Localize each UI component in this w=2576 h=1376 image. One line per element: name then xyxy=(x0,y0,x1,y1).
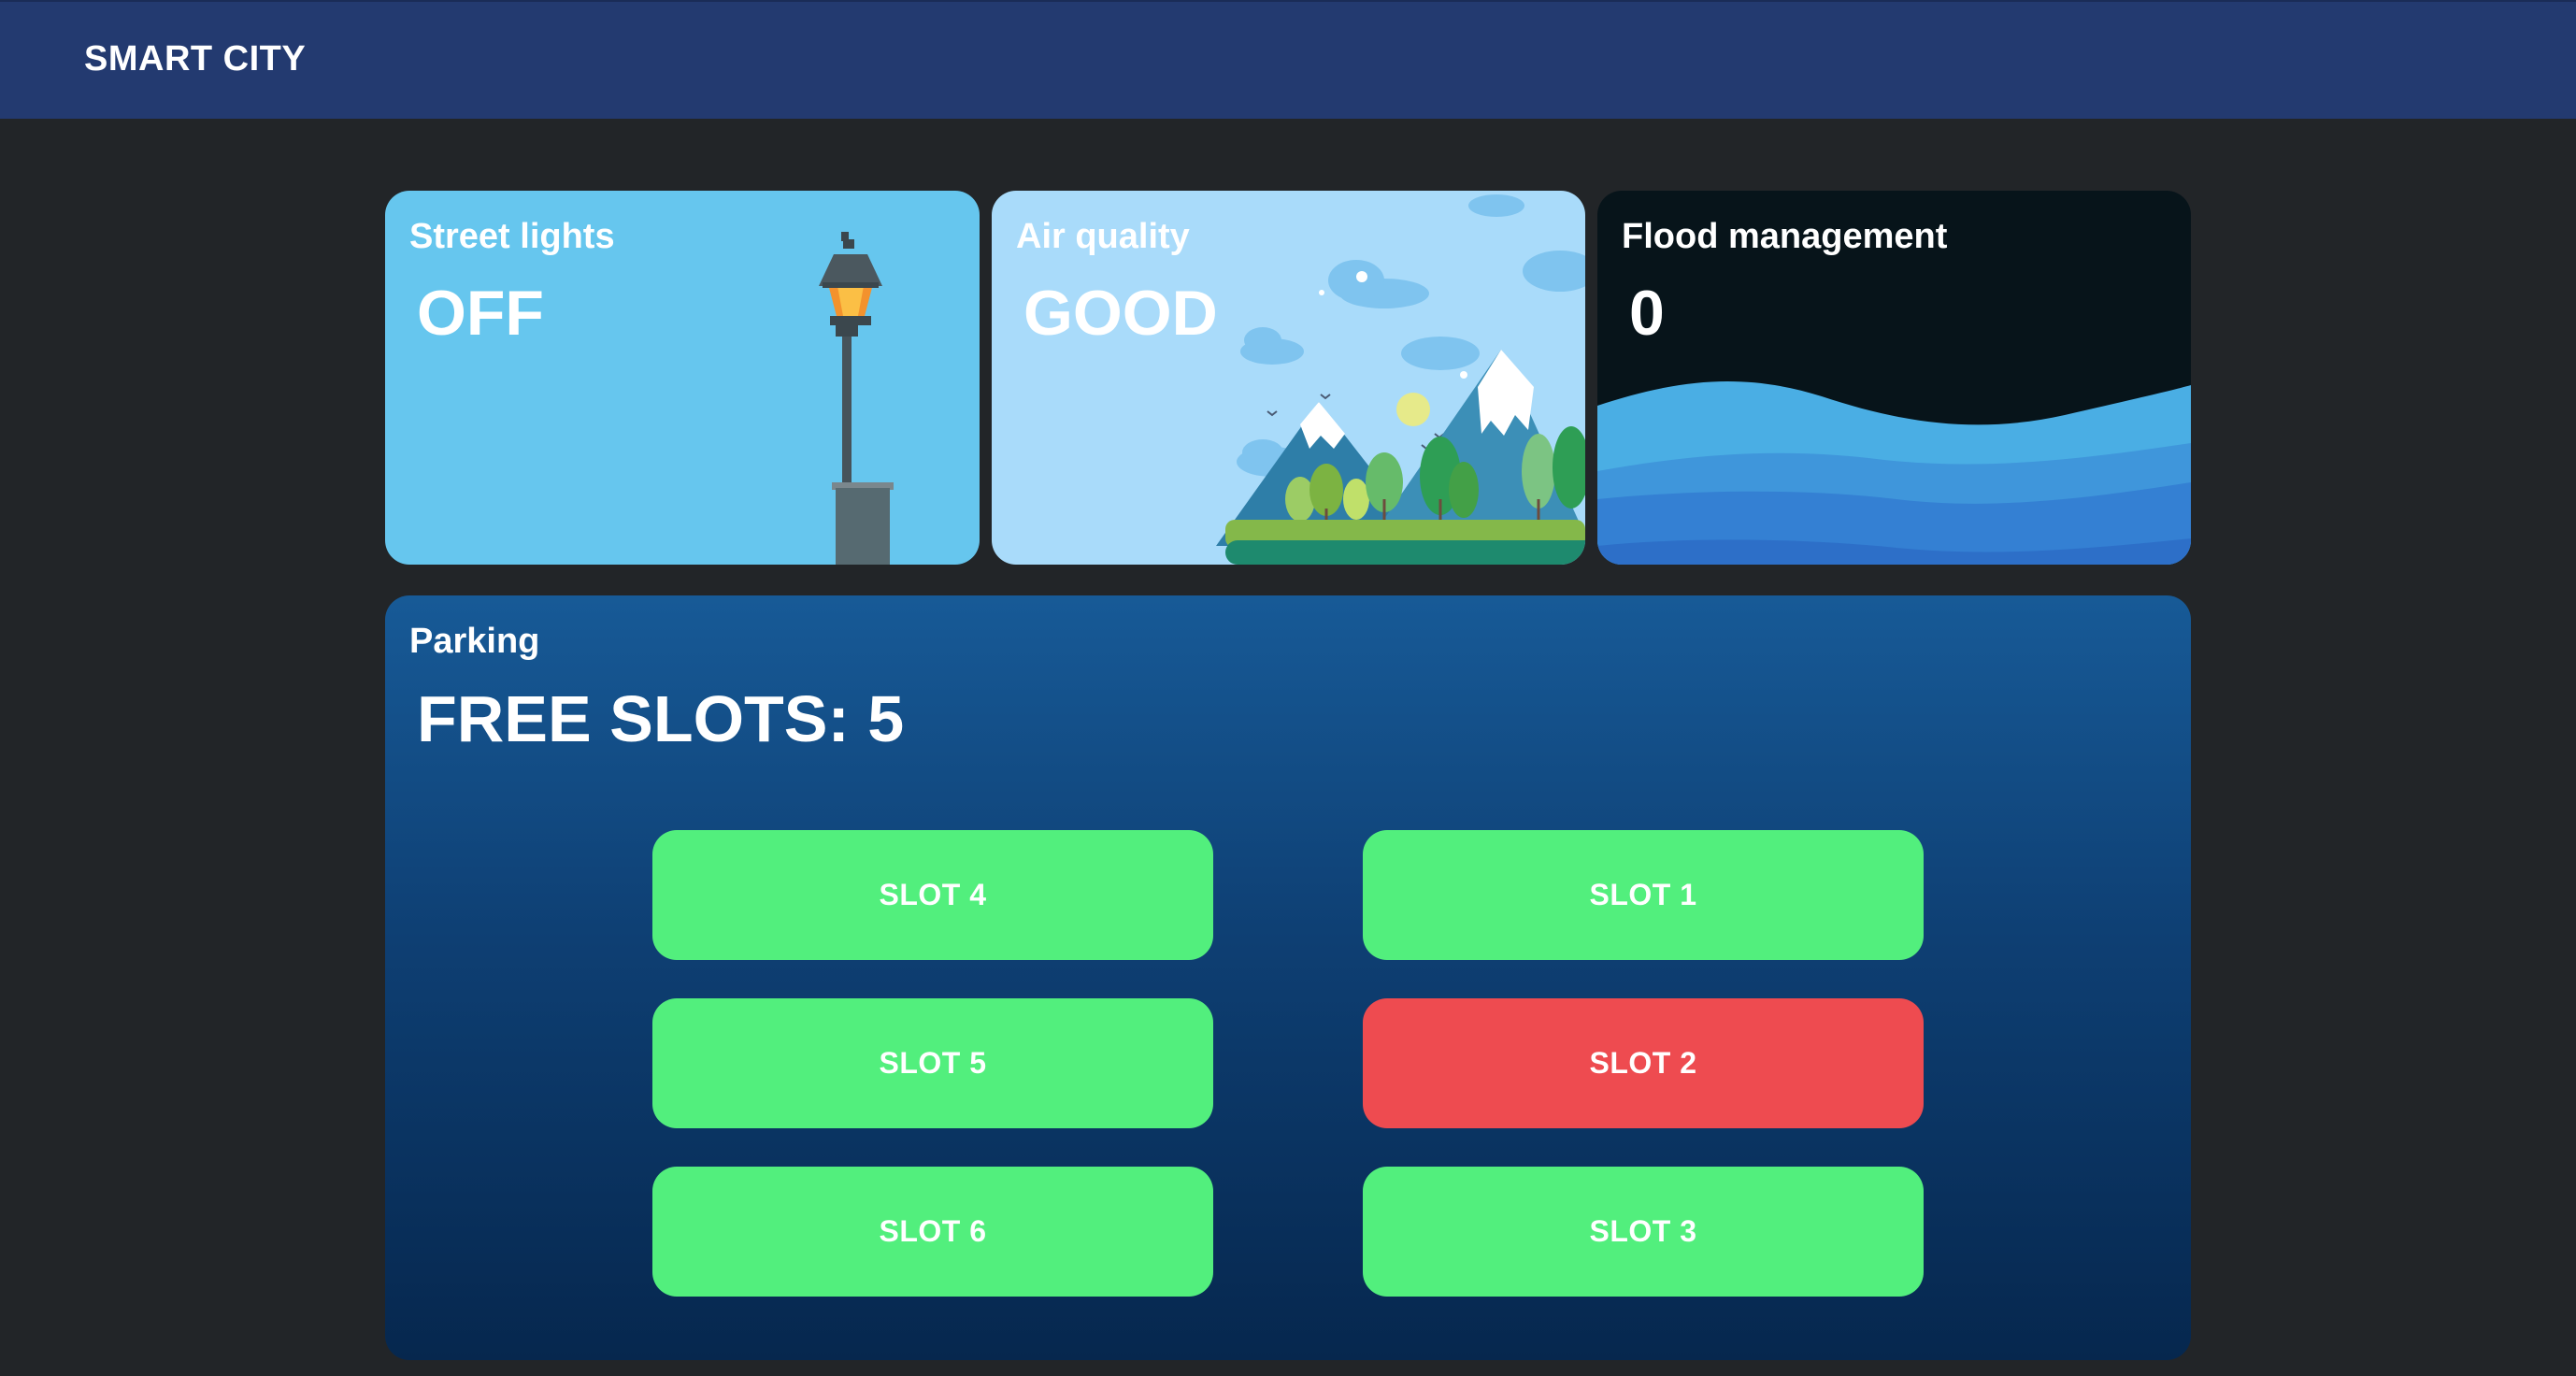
slot-3-button[interactable]: SLOT 3 xyxy=(1363,1167,1924,1297)
card-title: Air quality xyxy=(1016,217,1190,256)
parking-title: Parking xyxy=(409,622,540,661)
app-title[interactable]: SMART CITY xyxy=(84,39,306,79)
street-lights-status: OFF xyxy=(417,278,544,349)
slot-5-button[interactable]: SLOT 5 xyxy=(652,998,1213,1128)
top-navbar: SMART CITY xyxy=(0,0,2576,119)
flood-level-value: 0 xyxy=(1629,278,1665,349)
flood-management-card[interactable]: Flood management 0 xyxy=(1597,191,2191,565)
card-title: Street lights xyxy=(409,217,615,256)
card-title: Flood management xyxy=(1622,217,1948,256)
street-lights-card[interactable]: Street lights OFF xyxy=(385,191,980,565)
air-quality-card[interactable]: Air quality GOOD xyxy=(992,191,1585,565)
slot-1-button[interactable]: SLOT 1 xyxy=(1363,830,1924,960)
parking-panel: Parking FREE SLOTS: 5 SLOT 4 SLOT 1 SLOT… xyxy=(385,595,2191,1360)
slot-2-button[interactable]: SLOT 2 xyxy=(1363,998,1924,1128)
slot-4-button[interactable]: SLOT 4 xyxy=(652,830,1213,960)
air-quality-status: GOOD xyxy=(1023,278,1218,349)
slot-6-button[interactable]: SLOT 6 xyxy=(652,1167,1213,1297)
free-slots-count: FREE SLOTS: 5 xyxy=(417,682,905,755)
